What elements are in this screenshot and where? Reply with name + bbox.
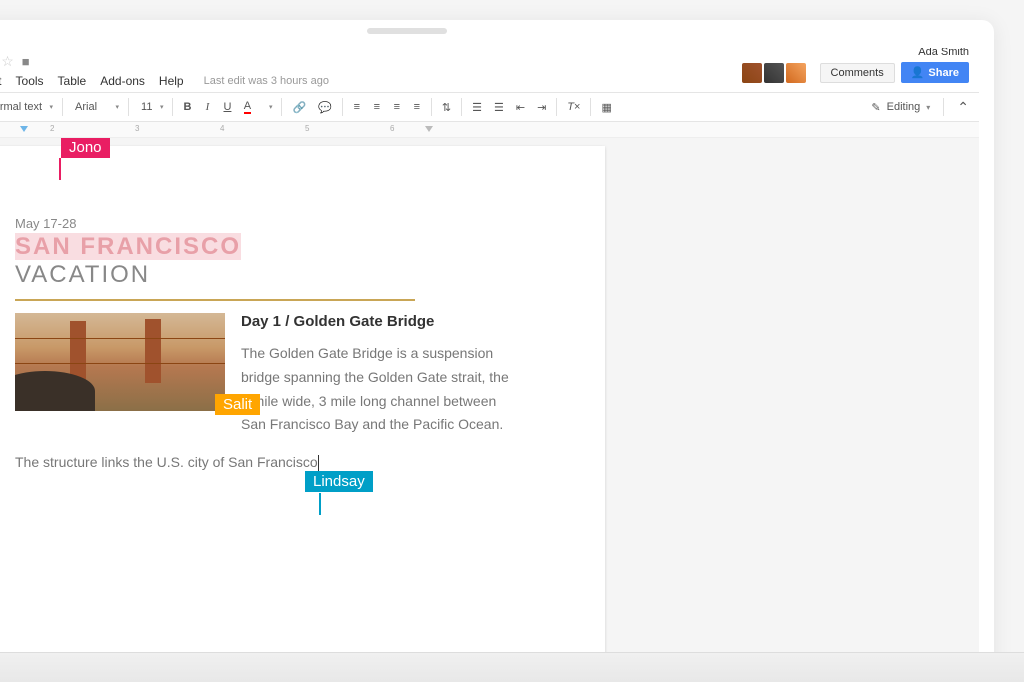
avatar[interactable] [764,63,784,83]
share-label: Share [928,67,959,79]
bridge-image[interactable] [15,313,225,411]
bulleted-list-icon[interactable]: ☰ [489,97,509,117]
style-dropdown[interactable]: Normal text [0,98,57,116]
share-icon: 👤 [911,66,925,79]
menu-help[interactable]: Help [159,74,184,88]
separator [62,98,63,116]
separator [342,98,343,116]
document-page[interactable]: Jono May 17-28 SAN FRANCISCO VACATION D [0,146,605,677]
doc-title-1[interactable]: SAN FRANCISCO [15,233,241,260]
font-dropdown[interactable]: Arial [68,98,123,116]
doc-title-2[interactable]: VACATION [15,261,515,289]
collab-cursor-line [59,158,61,180]
ruler[interactable]: 1 2 3 4 5 6 [0,122,979,138]
separator [431,98,432,116]
laptop-notch [367,28,447,34]
separator [461,98,462,116]
separator [943,98,944,116]
ruler-mark: 3 [135,124,139,133]
pencil-icon: ✎ [871,101,880,114]
decrease-indent-icon[interactable]: ⇤ [511,97,530,117]
separator [590,98,591,116]
link-icon[interactable]: 🔗 [287,97,311,117]
comment-icon[interactable]: 💬 [313,97,337,117]
line-spacing-icon[interactable]: ⇅ [437,97,456,117]
indent-marker-icon[interactable] [20,126,28,132]
content-section: Day 1 / Golden Gate Bridge The Golden Ga… [15,313,515,475]
collab-cursor-line [319,493,321,515]
collaborator-avatars [742,63,806,83]
collapse-toolbar-icon[interactable]: ⌃ [957,99,969,116]
toolbar: ↶ ↷ ✎ 100% Normal text Arial 11 B I U A … [0,92,979,122]
clear-formatting-icon[interactable]: T× [562,97,585,117]
text-cursor [318,455,319,471]
fontsize-dropdown[interactable]: 11 [134,98,167,116]
text-color-icon[interactable]: A [238,97,256,117]
comments-button[interactable]: Comments [820,63,895,83]
menu-table[interactable]: Table [58,74,87,88]
ruler-mark: 6 [390,124,394,133]
align-center-icon[interactable]: ≡ [368,97,386,117]
increase-indent-icon[interactable]: ⇥ [532,97,551,117]
text-color-dropdown[interactable] [258,104,276,110]
doc-date[interactable]: May 17-28 [15,216,515,231]
ruler-mark: 4 [220,124,224,133]
menu-tools[interactable]: Tools [16,74,44,88]
separator [556,98,557,116]
mode-dropdown[interactable]: ✎ Editing ▾ [871,101,930,114]
laptop-base [0,652,1024,682]
italic-icon[interactable]: I [198,97,216,117]
separator [281,98,282,116]
separator [128,98,129,116]
indent-marker-icon[interactable] [425,126,433,132]
divider [15,299,415,301]
star-icon[interactable]: ☆ [1,53,14,70]
bold-icon[interactable]: B [178,97,196,117]
collab-cursor-lindsay: Lindsay [305,471,373,492]
avatar[interactable] [786,63,806,83]
account-name[interactable]: Ada Smith [918,48,969,58]
separator [172,98,173,116]
align-left-icon[interactable]: ≡ [348,97,366,117]
collab-cursor-salit: Salit [215,394,260,415]
avatar[interactable] [742,63,762,83]
laptop-frame: n Francisco Vacation ☆ ■ Ada Smith Comme… [0,20,994,682]
mode-label: Editing [887,101,921,113]
last-edit-label[interactable]: Last edit was 3 hours ago [204,75,329,87]
underline-icon[interactable]: U [218,97,236,117]
numbered-list-icon[interactable]: ☰ [467,97,487,117]
menu-addons[interactable]: Add-ons [100,74,145,88]
align-justify-icon[interactable]: ≡ [408,97,426,117]
app-window: n Francisco Vacation ☆ ■ Ada Smith Comme… [0,48,979,682]
header-bar: n Francisco Vacation ☆ ■ Ada Smith Comme… [0,48,979,72]
ruler-mark: 5 [305,124,309,133]
body-paragraph: The structure links the U.S. city of San… [15,451,515,475]
chevron-down-icon: ▾ [926,103,930,112]
collab-cursor-jono: Jono [61,138,110,158]
menu-format[interactable]: Format [0,74,2,88]
document-canvas[interactable]: Jono May 17-28 SAN FRANCISCO VACATION D [0,138,979,677]
share-button[interactable]: 👤 Share [901,62,969,83]
ruler-mark: 2 [50,124,54,133]
input-tools-icon[interactable]: ▦ [596,97,616,117]
align-right-icon[interactable]: ≡ [388,97,406,117]
folder-icon[interactable]: ■ [22,54,30,69]
